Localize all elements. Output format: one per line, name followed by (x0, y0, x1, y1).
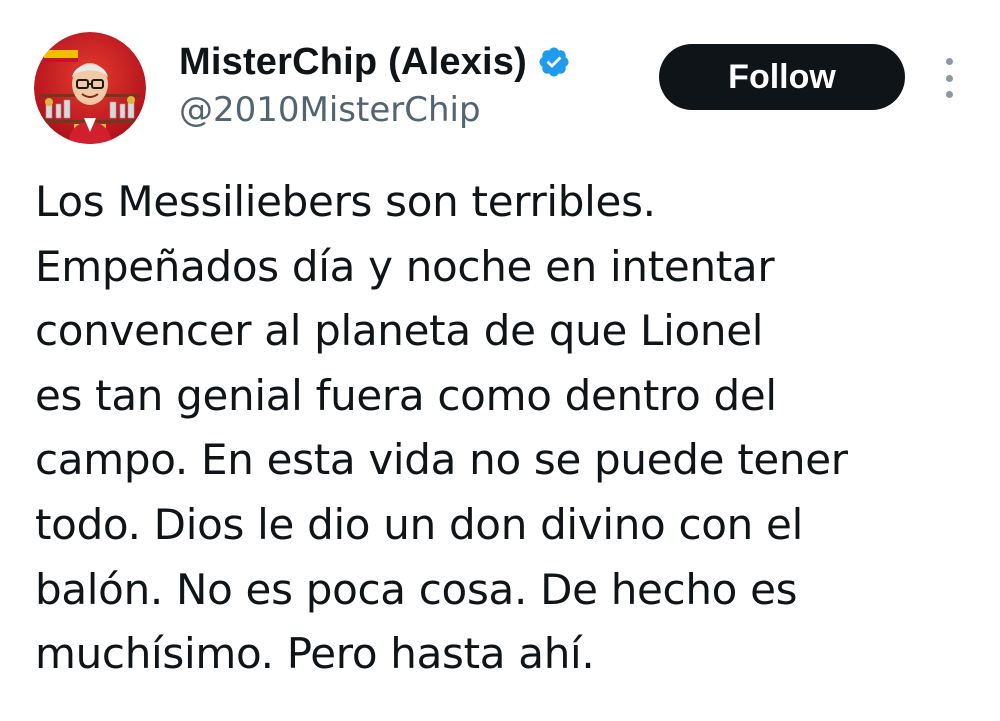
tweet-text-line: campo. En esta vida no se puede tener (35, 435, 848, 485)
tweet-text-line: balón. No es poca cosa. De hecho es (35, 564, 798, 614)
user-names: MisterChip (Alexis) @2010MisterChip (179, 38, 571, 130)
tweet-text-line: todo. Dios le dio un don divino con el (35, 499, 803, 549)
more-dot (945, 91, 953, 98)
display-name-row: MisterChip (Alexis) (179, 38, 571, 86)
avatar-image (34, 32, 146, 144)
more-dot (945, 58, 953, 65)
more-vertical-icon[interactable] (934, 58, 964, 98)
tweet-text-line: convencer al planeta de que Lionel (35, 306, 764, 356)
tweet-card: MisterChip (Alexis) @2010MisterChip Foll… (0, 0, 1000, 721)
user-handle[interactable]: @2010MisterChip (179, 90, 571, 130)
tweet-text-line: Empeñados día y noche en intentar (35, 241, 775, 291)
tweet-text-line: muchísimo. Pero hasta ahí. (35, 629, 595, 679)
tweet-text-line: Los Messiliebers son terribles. (35, 177, 656, 226)
verified-badge-icon (537, 45, 571, 79)
display-name[interactable]: MisterChip (Alexis) (179, 41, 527, 84)
tweet-header: MisterChip (Alexis) @2010MisterChip Foll… (34, 28, 974, 148)
more-dot (945, 74, 953, 82)
follow-button[interactable]: Follow (659, 44, 905, 110)
avatar[interactable] (34, 32, 146, 144)
tweet-text-line: es tan genial fuera como dentro del (35, 370, 777, 420)
tweet-text: Los Messiliebers son terribles. Empeñado… (35, 170, 955, 687)
